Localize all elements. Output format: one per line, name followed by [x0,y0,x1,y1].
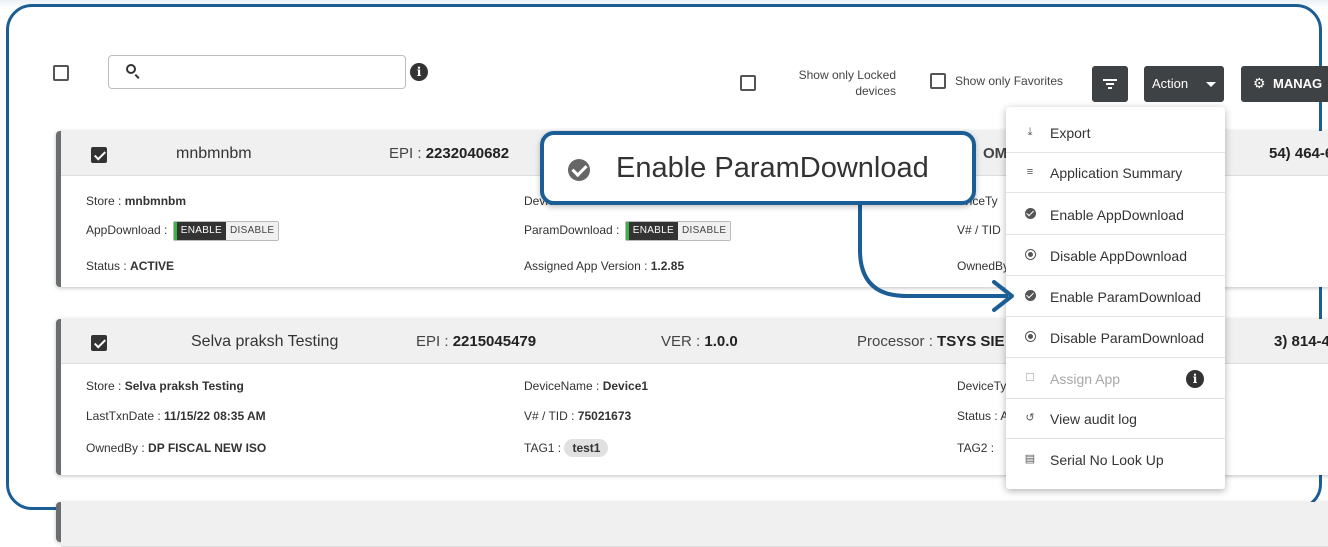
callout-enable-paramdownload: Enable ParamDownload [540,131,976,205]
callout-text: Enable ParamDownload [616,152,929,184]
callout-arrow [858,205,1014,312]
check-circle-icon [568,159,590,181]
